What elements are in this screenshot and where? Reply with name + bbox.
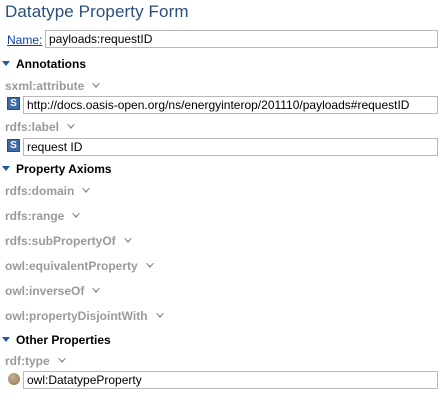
rdf-type-value[interactable]: owl:DatatypeProperty [23,371,438,389]
prop-owl-equivalentproperty: owl:equivalentProperty [5,259,154,275]
name-input[interactable]: payloads:requestID [45,30,438,48]
prop-owl-inverseof: owl:inverseOf [5,284,101,300]
section-annotations[interactable]: Annotations [2,57,86,73]
section-other-properties-label: Other Properties [16,333,111,347]
name-link[interactable]: Name: [7,33,42,47]
expand-triangle-icon [2,166,10,171]
prop-label: rdfs:domain [5,184,75,198]
prop-label: rdfs:range [5,209,65,223]
dropdown-arrow-icon[interactable] [92,83,101,88]
prop-label: owl:propertyDisjointWith [5,309,148,323]
expand-triangle-icon [2,337,10,342]
string-literal-icon: S [7,139,20,152]
prop-sxml-attribute: sxml:attribute [5,79,101,95]
expand-triangle-icon [2,61,10,66]
prop-rdf-type: rdf:type [5,354,66,370]
prop-rdfs-range: rdfs:range [5,209,81,225]
dropdown-arrow-icon[interactable] [57,358,66,363]
prop-label: owl:inverseOf [5,284,85,298]
section-annotations-label: Annotations [16,57,86,71]
prop-label: rdfs:label [5,120,60,134]
prop-rdfs-subpropertyof: rdfs:subPropertyOf [5,234,132,250]
section-other-properties[interactable]: Other Properties [2,333,111,349]
dropdown-arrow-icon[interactable] [67,124,76,129]
dropdown-arrow-icon[interactable] [123,238,132,243]
section-property-axioms[interactable]: Property Axioms [2,162,112,178]
resource-dot-icon [8,373,20,385]
prop-rdfs-domain: rdfs:domain [5,184,91,200]
rdfs-label-value[interactable]: request ID [23,138,438,156]
dropdown-arrow-icon[interactable] [72,213,81,218]
sxml-attribute-value[interactable]: http://docs.oasis-open.org/ns/energyinte… [23,96,438,114]
name-row: Name: payloads:requestID [5,30,438,48]
dropdown-arrow-icon[interactable] [82,188,91,193]
string-literal-icon: S [7,97,20,110]
prop-rdfs-label: rdfs:label [5,120,76,136]
dropdown-arrow-icon[interactable] [92,288,101,293]
form-title: Datatype Property Form [5,2,189,21]
section-property-axioms-label: Property Axioms [16,162,112,176]
prop-label: rdfs:subPropertyOf [5,234,116,248]
value-row-sxml-attribute: S http://docs.oasis-open.org/ns/energyin… [7,96,438,114]
prop-label: rdf:type [5,354,50,368]
prop-label: owl:equivalentProperty [5,259,138,273]
prop-owl-propertydisjointwith: owl:propertyDisjointWith [5,309,164,325]
prop-label: sxml:attribute [5,79,85,93]
value-row-rdf-type: owl:DatatypeProperty [7,371,438,389]
dropdown-arrow-icon[interactable] [145,263,154,268]
value-row-rdfs-label: S request ID [7,138,438,156]
dropdown-arrow-icon[interactable] [155,313,164,318]
